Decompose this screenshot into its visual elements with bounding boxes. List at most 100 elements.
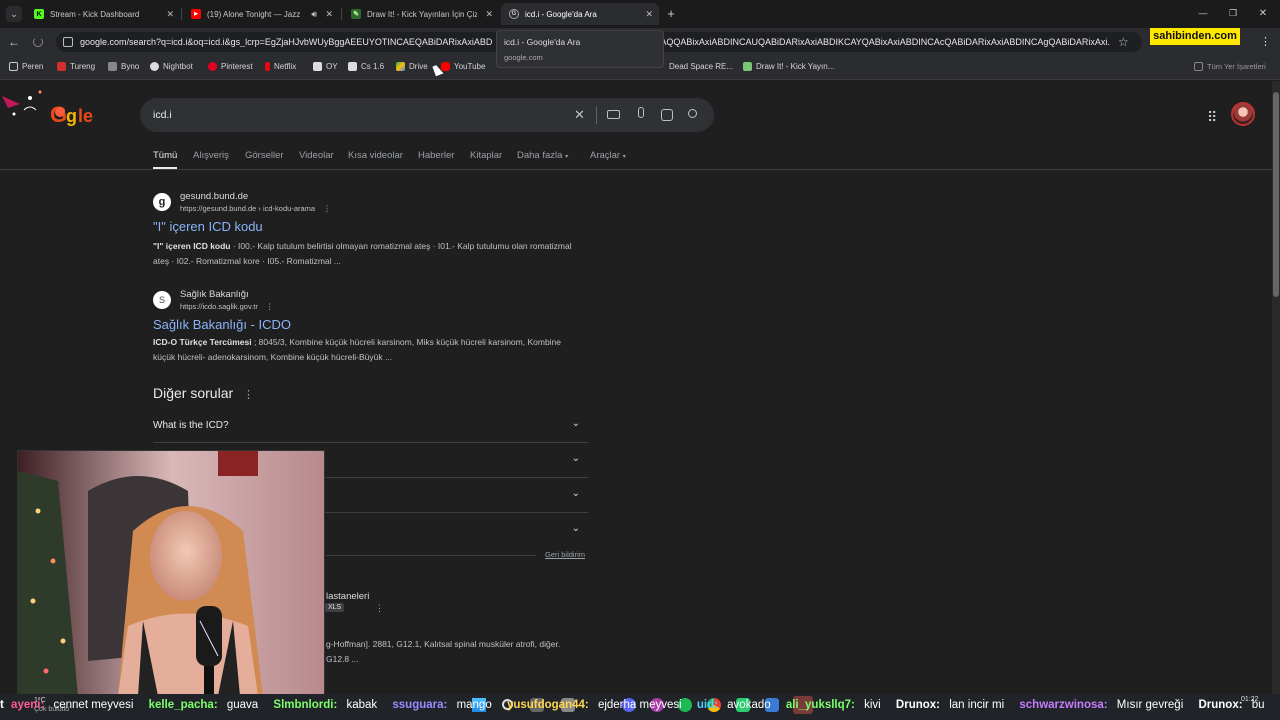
site-favicon: g: [153, 193, 171, 211]
tab-label: icd.i - Google'da Ara: [525, 9, 597, 19]
bookmark-netflix[interactable]: Netflix: [265, 62, 296, 71]
new-tab-plus-icon[interactable]: +: [664, 6, 678, 21]
close-icon[interactable]: ✕: [485, 9, 493, 20]
tab-youtube-jazz[interactable]: ▶ (19) Alone Tonight — Jazz B 🔊︎ ✕: [183, 3, 339, 25]
folder-icon: [1194, 62, 1203, 71]
search-box[interactable]: icd.i ✕: [140, 98, 714, 132]
bookmark-dead-space[interactable]: Dead Space RE...: [669, 62, 733, 71]
close-window-icon[interactable]: ✕: [1256, 6, 1270, 20]
ticker-item: uid: avokado: [696, 699, 771, 711]
more-options-icon[interactable]: ⋮: [266, 302, 274, 311]
google-icon: G: [509, 9, 519, 19]
result-title-link[interactable]: Sağlık Bakanlığı - ICDO: [153, 317, 291, 332]
feedback-link[interactable]: Geri bildirim: [545, 550, 585, 559]
tab-more[interactable]: Daha fazla ▾: [517, 150, 568, 161]
close-icon[interactable]: ✕: [166, 9, 174, 20]
search-icon[interactable]: [688, 109, 697, 118]
bookmark-pinterest[interactable]: Pinterest: [208, 62, 253, 71]
ticker-item: kelle_pacha: guava: [148, 699, 259, 711]
bookmark-drive[interactable]: Drive: [396, 62, 428, 71]
bookmark-cs16[interactable]: Cs 1.6: [348, 62, 384, 71]
tureng-icon: [57, 62, 66, 71]
ticker-item: Drunox: lan incir mi: [895, 699, 1005, 711]
bookmark-byno[interactable]: Byno: [108, 62, 139, 71]
chat-ticker: t ayeni: cennet meyvesi kelle_pacha: gua…: [0, 699, 1280, 717]
result-snippet: "I" içeren ICD kodu · I00.- Kalp tutulum…: [153, 241, 572, 266]
google-doodle-logo[interactable]: G g le: [0, 84, 112, 128]
result-site-name[interactable]: Sağlık Bakanlığı: [180, 289, 249, 300]
tab-all[interactable]: Tümü: [153, 150, 177, 161]
oy-icon: [313, 62, 322, 71]
clear-x-icon[interactable]: ✕: [574, 107, 585, 123]
ticker-item: yusufdogan44: ejderha meyvesi: [506, 699, 682, 711]
caret-down-icon: ▾: [622, 154, 626, 160]
result-url[interactable]: https://gesund.bund.de › icd-kodu-arama …: [180, 204, 331, 213]
search-input[interactable]: icd.i: [153, 109, 172, 121]
bookmark-tureng[interactable]: Tureng: [57, 62, 95, 71]
pencil-icon: ✎: [351, 9, 361, 19]
hover-card-domain: google.com: [504, 53, 543, 62]
bookmark-youtube[interactable]: YouTube: [441, 62, 485, 71]
question-row[interactable]: What is the ICD? ⌄: [153, 408, 588, 443]
close-icon[interactable]: ✕: [645, 9, 653, 20]
tab-books[interactable]: Kitaplar: [470, 150, 502, 161]
keyboard-icon[interactable]: [607, 110, 620, 119]
tab-shopping[interactable]: Alışveriş: [193, 150, 229, 161]
partial-result-site[interactable]: lastaneleri: [326, 591, 369, 602]
tab-tools[interactable]: Araçlar ▾: [590, 150, 626, 161]
feedback-divider: [326, 555, 536, 556]
ticker-item: Drunox: bu: [1198, 699, 1265, 711]
questions-heading: Diğer sorular ⋮: [153, 385, 255, 401]
menu-dots-icon[interactable]: ⋮: [1260, 35, 1271, 48]
more-options-icon[interactable]: ⋮: [323, 204, 331, 213]
bookmark-oy[interactable]: OY: [313, 62, 338, 71]
chevron-down-icon[interactable]: ⌄: [572, 523, 580, 534]
close-icon[interactable]: ✕: [325, 9, 333, 20]
more-options-icon[interactable]: ⋮: [243, 389, 254, 401]
tab-videos[interactable]: Videolar: [299, 150, 334, 161]
ticker-item: ssuguara: mango: [392, 699, 492, 711]
ticker-item: Slmbnlordi: kabak: [273, 699, 378, 711]
bookmark-peren[interactable]: Peren: [9, 62, 43, 71]
maximize-icon[interactable]: ❐: [1226, 6, 1240, 20]
tab-short-videos[interactable]: Kısa videolar: [348, 150, 403, 161]
bookmark-nightbot[interactable]: Nightbot: [150, 62, 193, 71]
tab-kick-dashboard[interactable]: K Stream - Kick Dashboard ✕: [26, 3, 180, 25]
result-url[interactable]: https://icdo.saglik.gov.tr ⋮: [180, 302, 273, 311]
site-info-icon[interactable]: [63, 37, 73, 47]
caret-down-icon: ▾: [565, 154, 569, 160]
bookmark-all[interactable]: Tüm Yer İşaretleri: [1194, 62, 1266, 71]
chevron-down-icon[interactable]: ⌄: [572, 418, 580, 429]
tab-search-chevron-icon[interactable]: ⌄: [6, 6, 22, 22]
loading-spinner-icon[interactable]: [33, 37, 43, 47]
avatar[interactable]: [1231, 102, 1255, 126]
google-apps-grid-icon[interactable]: ⠿: [1207, 109, 1217, 126]
tab-news[interactable]: Haberler: [418, 150, 454, 161]
partial-result-snippet: g-Hoffman]. 2881, G12.1, Kalıtsal spinal…: [326, 639, 561, 664]
tab-draw-it[interactable]: ✎ Draw It! - Kick Yayınları İçin Çiz ✕: [343, 3, 499, 25]
netflix-icon: [265, 62, 270, 71]
microphone-icon[interactable]: [638, 107, 644, 118]
question-text: What is the ICD?: [153, 420, 229, 431]
chevron-down-icon[interactable]: ⌄: [572, 488, 580, 499]
result-site-name[interactable]: gesund.bund.de: [180, 191, 248, 202]
result-title-link[interactable]: "I" içeren ICD kodu: [153, 219, 263, 234]
bookmark-draw-it[interactable]: Draw It! - Kick Yayın...: [743, 62, 834, 71]
svg-text:g: g: [66, 106, 77, 126]
tab-images[interactable]: Görseller: [245, 150, 284, 161]
minimize-icon[interactable]: —: [1196, 6, 1210, 20]
sahibinden-extension[interactable]: sahibinden.com: [1150, 28, 1240, 45]
hover-card-title: icd.i - Google'da Ara: [504, 37, 581, 47]
tab-hover-card: icd.i - Google'da Ara google.com: [496, 30, 664, 68]
tab-google-search[interactable]: G icd.i - Google'da Ara ✕: [501, 3, 659, 25]
more-options-icon[interactable]: ⋮: [375, 603, 384, 614]
tab-label: (19) Alone Tonight — Jazz B: [207, 9, 303, 19]
bookmark-star-icon[interactable]: ☆: [1118, 35, 1129, 49]
chevron-down-icon[interactable]: ⌄: [572, 453, 580, 464]
speaker-icon[interactable]: 🔊︎: [311, 9, 317, 20]
lens-camera-icon[interactable]: [661, 109, 673, 121]
youtube-icon: ▶: [191, 9, 201, 19]
scrollbar-thumb[interactable]: [1273, 92, 1279, 297]
back-arrow-icon[interactable]: ←: [7, 35, 21, 49]
nav-divider: [0, 169, 1272, 170]
